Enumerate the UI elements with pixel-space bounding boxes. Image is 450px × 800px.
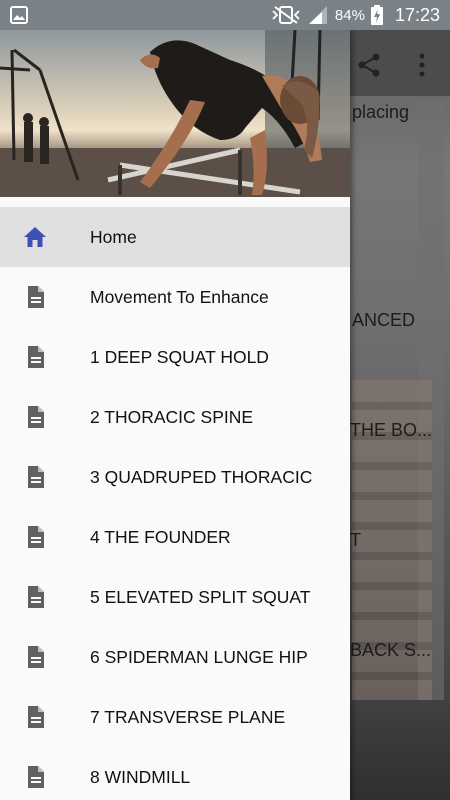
menu-item-label: 5 ELEVATED SPLIT SQUAT xyxy=(90,587,311,607)
background-text: placing xyxy=(352,102,410,122)
home-icon xyxy=(24,227,46,247)
background-text: ANCED xyxy=(352,310,416,330)
signal-icon xyxy=(308,6,327,24)
document-icon xyxy=(28,406,44,428)
menu-item-home[interactable]: Home xyxy=(0,207,350,267)
battery-percent: 84% xyxy=(334,6,365,24)
menu-item-label: 4 THE FOUNDER xyxy=(90,527,231,547)
drawer-menu: Home Movement To Enhance 1 DEEP SQUAT HO… xyxy=(0,207,350,800)
share-icon[interactable] xyxy=(356,52,382,78)
menu-item-movement-to-enhance[interactable]: Movement To Enhance xyxy=(0,267,350,327)
menu-item-the-founder[interactable]: 4 THE FOUNDER xyxy=(0,507,350,567)
menu-item-windmill[interactable]: 8 WINDMILL xyxy=(0,747,350,800)
vibrate-mute-icon xyxy=(272,6,300,24)
menu-item-label: Home xyxy=(90,227,137,247)
athlete-photo xyxy=(0,30,350,197)
menu-item-thoracic-spine[interactable]: 2 THORACIC SPINE xyxy=(0,387,350,447)
menu-item-spiderman-lunge-hip[interactable]: 6 SPIDERMAN LUNGE HIP xyxy=(0,627,350,687)
battery-charging-icon xyxy=(370,5,383,25)
menu-item-transverse-plane[interactable]: 7 TRANSVERSE PLANE xyxy=(0,687,350,747)
background-text: THE BO... xyxy=(350,420,433,440)
document-icon xyxy=(28,646,44,668)
menu-item-elevated-split-squat[interactable]: 5 ELEVATED SPLIT SQUAT xyxy=(0,567,350,627)
drawer-header-image xyxy=(0,30,350,197)
document-icon xyxy=(28,526,44,548)
menu-item-label: 3 QUADRUPED THORACIC xyxy=(90,467,313,487)
menu-item-label: 2 THORACIC SPINE xyxy=(90,407,254,427)
menu-item-label: 6 SPIDERMAN LUNGE HIP xyxy=(90,647,308,667)
menu-item-label: Movement To Enhance xyxy=(90,287,269,307)
menu-item-label: 7 TRANSVERSE PLANE xyxy=(90,707,286,727)
menu-item-label: 1 DEEP SQUAT HOLD xyxy=(90,347,269,367)
clock: 17:23 xyxy=(394,4,440,25)
background-text: T xyxy=(350,530,361,550)
navigation-drawer: Home Movement To Enhance 1 DEEP SQUAT HO… xyxy=(0,30,350,800)
document-icon xyxy=(28,286,44,308)
document-icon xyxy=(28,706,44,728)
document-icon xyxy=(28,466,44,488)
more-options-icon[interactable] xyxy=(413,52,431,78)
menu-item-label: 8 WINDMILL xyxy=(90,767,191,787)
document-icon xyxy=(28,766,44,788)
status-bar: 84% 17:23 xyxy=(0,0,450,30)
document-icon xyxy=(28,586,44,608)
gallery-notification-icon xyxy=(10,6,28,24)
document-icon xyxy=(28,346,44,368)
menu-item-quadruped-thoracic[interactable]: 3 QUADRUPED THORACIC xyxy=(0,447,350,507)
background-text: BACK S... xyxy=(350,640,432,660)
menu-item-deep-squat-hold[interactable]: 1 DEEP SQUAT HOLD xyxy=(0,327,350,387)
